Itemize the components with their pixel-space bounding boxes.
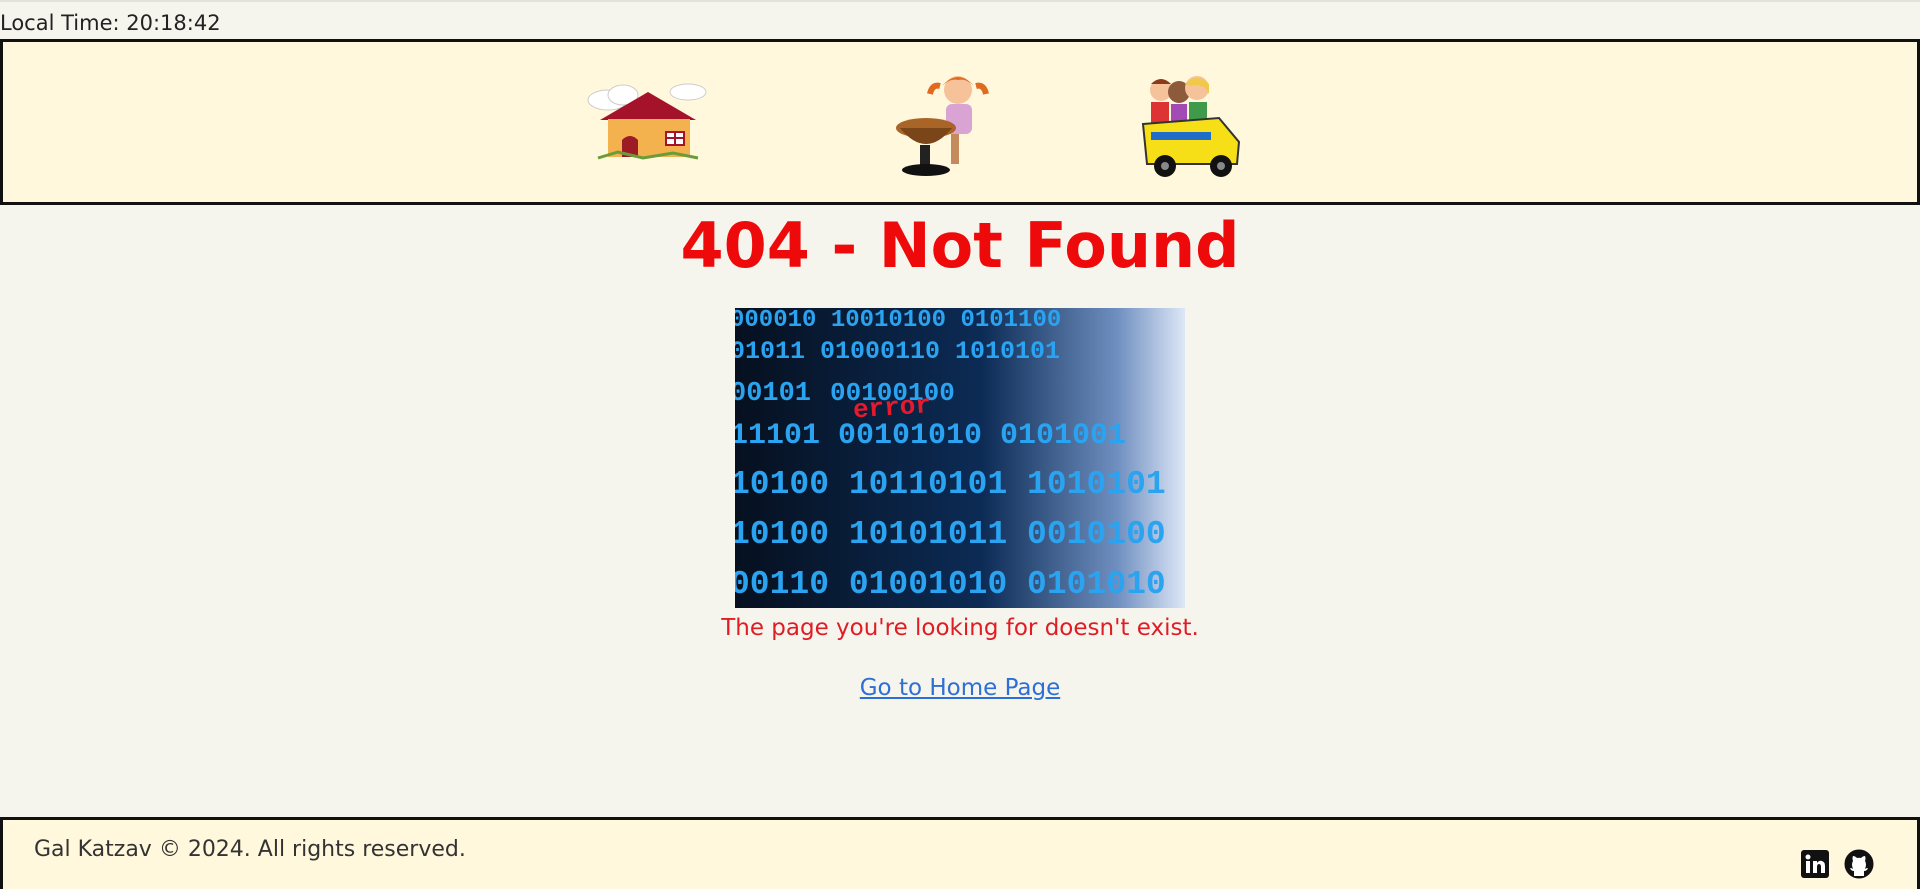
svg-text:00101: 00101 [735, 379, 811, 409]
home-link-wrapper: Go to Home Page [0, 673, 1920, 703]
nav-study-link[interactable] [896, 70, 996, 180]
github-link[interactable] [1844, 849, 1874, 879]
linkedin-icon [1801, 850, 1829, 878]
copyright-text: Gal Katzav © 2024. All rights reserved. [34, 837, 466, 862]
student-at-desk-icon [896, 76, 989, 176]
page-title: 404 - Not Found [680, 209, 1240, 282]
svg-text:00110 01001010 0101010: 00110 01001010 0101010 [735, 566, 1166, 603]
header-nav [0, 39, 1920, 205]
nav-home-link[interactable] [578, 82, 713, 162]
svg-text:01011 01000110 1010101: 01011 01000110 1010101 [735, 337, 1060, 366]
top-divider [0, 0, 1920, 2]
svg-text:11101 00101010 0101001: 11101 00101010 0101001 [735, 419, 1126, 453]
svg-text:10100 10101011 0010100: 10100 10101011 0010100 [735, 516, 1166, 553]
page: Local Time: 20:18:42 404 - Not Found 000… [0, 0, 1920, 889]
github-icon [1844, 849, 1874, 879]
binary-error-image: 000010 10010100 0101100 01011 01000110 1… [735, 308, 1185, 608]
error-word: error [852, 390, 932, 425]
linkedin-link[interactable] [1800, 849, 1830, 879]
go-home-link[interactable]: Go to Home Page [860, 675, 1061, 701]
svg-text:000010 10010100 0101100: 000010 10010100 0101100 [735, 308, 1061, 334]
error-message: The page you're looking for doesn't exis… [721, 615, 1199, 641]
nav-bus-link[interactable] [1141, 72, 1246, 180]
local-time: Local Time: 20:18:42 [0, 11, 221, 35]
svg-text:10100 10110101 1010101: 10100 10110101 1010101 [735, 466, 1166, 503]
footer: Gal Katzav © 2024. All rights reserved. [0, 817, 1920, 889]
school-bus-icon [1141, 76, 1241, 177]
house-icon [587, 83, 707, 160]
